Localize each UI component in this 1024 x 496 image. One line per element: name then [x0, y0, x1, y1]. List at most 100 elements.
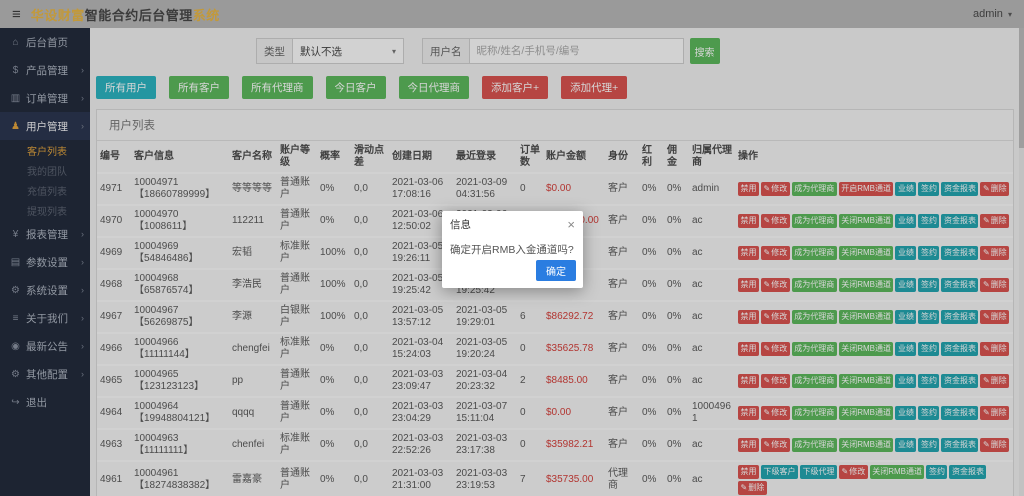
action-RMB-button[interactable]: 关闭RMB通道 — [839, 246, 894, 260]
action-action-button[interactable]: 禁用 — [738, 182, 759, 196]
sidebar-subitem-customer-list[interactable]: 客户列表 — [0, 140, 90, 160]
action-action-button[interactable]: ✎修改 — [761, 182, 790, 196]
scrollbar-thumb[interactable] — [1019, 28, 1024, 148]
action-action-button[interactable]: ✎修改 — [761, 278, 790, 292]
action-action-button[interactable]: 资金报表 — [949, 465, 986, 479]
action-action-button[interactable]: 业绩 — [895, 310, 916, 324]
sidebar-item-home[interactable]: ⌂后台首页 — [0, 28, 90, 56]
today-agents-button[interactable]: 今日代理商 — [399, 76, 470, 99]
sidebar-item-users[interactable]: ♟用户管理› — [0, 112, 90, 140]
action-RMB-button[interactable]: 关闭RMB通道 — [839, 438, 894, 452]
action-action-button[interactable]: 成为代理商 — [792, 406, 837, 420]
action-action-button[interactable]: 业绩 — [895, 214, 916, 228]
action-action-button[interactable]: 禁用 — [738, 438, 759, 452]
all-agents-button[interactable]: 所有代理商 — [242, 76, 313, 99]
action-action-button[interactable]: ✎删除 — [980, 342, 1009, 356]
action-action-button[interactable]: 禁用 — [738, 406, 759, 420]
action-action-button[interactable]: ✎修改 — [761, 438, 790, 452]
action-RMB-button[interactable]: 关闭RMB通道 — [839, 374, 894, 388]
action-action-button[interactable]: 资金报表 — [941, 406, 978, 420]
sidebar-item-about[interactable]: ≡关于我们› — [0, 304, 90, 332]
action-action-button[interactable]: 业绩 — [895, 374, 916, 388]
username-input[interactable] — [469, 38, 684, 64]
action-action-button[interactable]: 签约 — [918, 374, 939, 388]
action-action-button[interactable]: 资金报表 — [941, 278, 978, 292]
action-action-button[interactable]: 成为代理商 — [792, 182, 837, 196]
action-action-button[interactable]: 资金报表 — [941, 214, 978, 228]
action-action-button[interactable]: 业绩 — [895, 182, 916, 196]
action-action-button[interactable]: 签约 — [918, 342, 939, 356]
action-action-button[interactable]: ✎修改 — [761, 246, 790, 260]
user-menu[interactable]: admin ▾ — [973, 8, 1012, 20]
action-action-button[interactable]: ✎删除 — [738, 481, 767, 495]
action-action-button[interactable]: ✎修改 — [761, 374, 790, 388]
action-action-button[interactable]: 签约 — [918, 278, 939, 292]
sidebar-item-notice[interactable]: ◉最新公告› — [0, 332, 90, 360]
sidebar-subitem-my-team[interactable]: 我的团队 — [0, 160, 90, 180]
action-action-button[interactable]: 业绩 — [895, 438, 916, 452]
scrollbar[interactable] — [1019, 28, 1024, 496]
action-action-button[interactable]: ✎修改 — [761, 214, 790, 228]
sidebar-item-other[interactable]: ⚙其他配置› — [0, 360, 90, 388]
action-action-button[interactable]: 成为代理商 — [792, 310, 837, 324]
close-icon[interactable]: × — [567, 218, 575, 231]
sidebar-subitem-withdraw-list[interactable]: 提现列表 — [0, 200, 90, 220]
sidebar-subitem-deposit-list[interactable]: 充值列表 — [0, 180, 90, 200]
action-action-button[interactable]: ✎删除 — [980, 182, 1009, 196]
action-action-button[interactable]: ✎删除 — [980, 278, 1009, 292]
action-action-button[interactable]: 成为代理商 — [792, 438, 837, 452]
action-action-button[interactable]: ✎删除 — [980, 438, 1009, 452]
action-action-button[interactable]: 签约 — [918, 406, 939, 420]
action-action-button[interactable]: 业绩 — [895, 246, 916, 260]
action-action-button[interactable]: ✎删除 — [980, 406, 1009, 420]
sidebar-item-system[interactable]: ⚙系统设置› — [0, 276, 90, 304]
action-action-button[interactable]: ✎修改 — [839, 465, 868, 479]
action-action-button[interactable]: 禁用 — [738, 465, 759, 479]
action-action-button[interactable]: 签约 — [918, 214, 939, 228]
action-action-button[interactable]: 资金报表 — [941, 342, 978, 356]
sidebar-item-reports[interactable]: ¥报表管理› — [0, 220, 90, 248]
action-action-button[interactable]: 资金报表 — [941, 182, 978, 196]
search-button[interactable]: 搜索 — [690, 38, 720, 64]
action-action-button[interactable]: ✎删除 — [980, 214, 1009, 228]
action-action-button[interactable]: 禁用 — [738, 310, 759, 324]
action-action-button[interactable]: 禁用 — [738, 278, 759, 292]
action-action-button[interactable]: 资金报表 — [941, 310, 978, 324]
action-RMB-button[interactable]: 关闭RMB通道 — [839, 406, 894, 420]
action-action-button[interactable]: ✎修改 — [761, 342, 790, 356]
action-RMB-button[interactable]: 关闭RMB通道 — [839, 278, 894, 292]
all-users-button[interactable]: 所有用户 — [96, 76, 156, 99]
today-customers-button[interactable]: 今日客户 — [326, 76, 386, 99]
action-action-button[interactable]: ✎修改 — [761, 406, 790, 420]
action-action-button[interactable]: 资金报表 — [941, 374, 978, 388]
hamburger-icon[interactable]: ≡ — [12, 6, 21, 23]
action-action-button[interactable]: 成为代理商 — [792, 214, 837, 228]
action-action-button[interactable]: 禁用 — [738, 246, 759, 260]
action-action-button[interactable]: 资金报表 — [941, 246, 978, 260]
action-action-button[interactable]: 签约 — [918, 438, 939, 452]
action-action-button[interactable]: 成为代理商 — [792, 374, 837, 388]
action-action-button[interactable]: 签约 — [918, 310, 939, 324]
type-select[interactable]: 默认不选 ▾ — [292, 38, 404, 64]
action-action-button[interactable]: 下级代理 — [800, 465, 837, 479]
action-action-button[interactable]: 业绩 — [895, 342, 916, 356]
action-action-button[interactable]: 签约 — [918, 246, 939, 260]
sidebar-item-logout[interactable]: ↪退出 — [0, 388, 90, 416]
action-action-button[interactable]: ✎删除 — [980, 374, 1009, 388]
action-action-button[interactable]: 成为代理商 — [792, 342, 837, 356]
all-customers-button[interactable]: 所有客户 — [169, 76, 229, 99]
action-RMB-button[interactable]: 关闭RMB通道 — [839, 214, 894, 228]
action-action-button[interactable]: 签约 — [926, 465, 947, 479]
action-action-button[interactable]: 禁用 — [738, 342, 759, 356]
action-action-button[interactable]: ✎修改 — [761, 310, 790, 324]
action-action-button[interactable]: ✎删除 — [980, 310, 1009, 324]
sidebar-item-products[interactable]: $产品管理› — [0, 56, 90, 84]
action-action-button[interactable]: 业绩 — [895, 406, 916, 420]
action-action-button[interactable]: 业绩 — [895, 278, 916, 292]
sidebar-item-params[interactable]: ▤参数设置› — [0, 248, 90, 276]
action-RMB-button[interactable]: 关闭RMB通道 — [839, 342, 894, 356]
action-action-button[interactable]: 禁用 — [738, 374, 759, 388]
action-action-button[interactable]: 下级客户 — [761, 465, 798, 479]
action-action-button[interactable]: 成为代理商 — [792, 246, 837, 260]
action-action-button[interactable]: 资金报表 — [941, 438, 978, 452]
